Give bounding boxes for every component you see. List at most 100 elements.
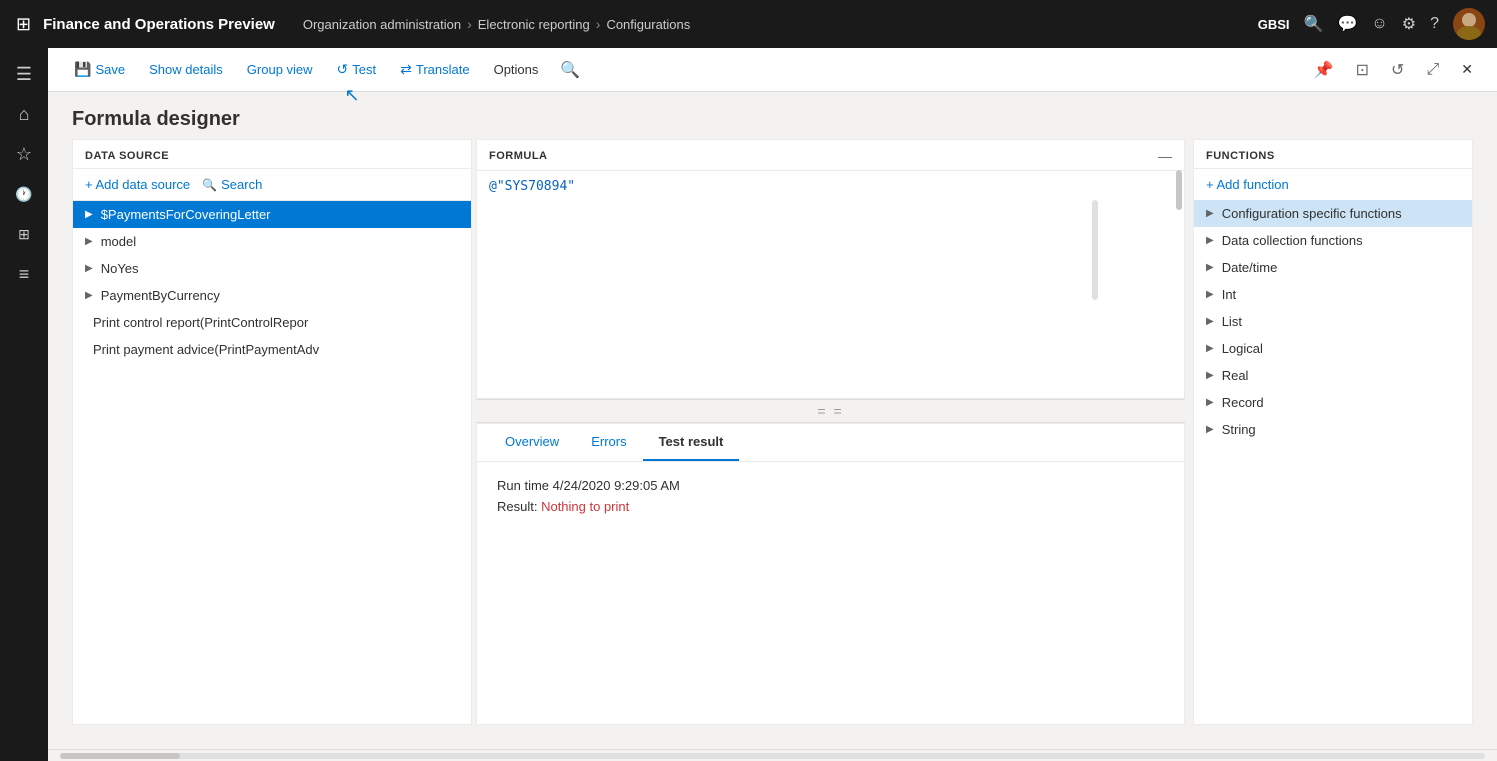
breadcrumb-sep-2: ›	[596, 16, 601, 32]
group-view-button[interactable]: Group view	[237, 52, 323, 88]
func-chevron-int: ▶	[1206, 289, 1214, 300]
vertical-drag-handle[interactable]	[1092, 200, 1098, 300]
run-time-value: 4/24/2020 9:29:05 AM	[553, 478, 680, 493]
func-item-real[interactable]: ▶ Real	[1194, 362, 1472, 389]
sidebar-item-home[interactable]: ⌂	[6, 96, 42, 132]
ds-item-name-print-control: Print control report(PrintControlRepor	[93, 315, 308, 330]
help-icon[interactable]: ?	[1430, 15, 1439, 33]
ds-item-name-payments: $PaymentsForCoveringLetter	[101, 207, 271, 222]
translate-button[interactable]: ⇄ Translate	[390, 52, 479, 88]
popout-button[interactable]: ⤢	[1418, 57, 1447, 83]
data-source-header: DATA SOURCE	[73, 140, 471, 169]
breadcrumb-sep-1: ›	[467, 16, 472, 32]
waffle-icon[interactable]: ⊞	[12, 10, 35, 39]
scrollbar-thumb[interactable]	[60, 753, 180, 759]
func-item-record[interactable]: ▶ Record	[1194, 389, 1472, 416]
formula-header-label: FORMULA	[489, 150, 548, 162]
func-item-list[interactable]: ▶ List	[1194, 308, 1472, 335]
search-data-source-button[interactable]: 🔍 Search	[202, 177, 262, 192]
result-content: Run time 4/24/2020 9:29:05 AM Result: No…	[477, 462, 1184, 536]
func-name-datetime: Date/time	[1222, 260, 1278, 275]
show-details-label: Show details	[149, 62, 223, 77]
settings-icon[interactable]: ⚙	[1402, 14, 1416, 34]
ds-chevron-noyes: ▶	[85, 263, 93, 274]
ds-item-name-currency: PaymentByCurrency	[101, 288, 220, 303]
func-chevron-logical: ▶	[1206, 343, 1214, 354]
func-name-int: Int	[1222, 287, 1236, 302]
pin-button[interactable]: 📌	[1306, 56, 1342, 84]
ds-item-payments[interactable]: ▶ $PaymentsForCoveringLetter	[73, 201, 471, 228]
breadcrumb-org[interactable]: Organization administration	[303, 17, 461, 32]
result-row: Result: Nothing to print	[497, 499, 1164, 514]
func-name-logical: Logical	[1222, 341, 1263, 356]
ds-item-print-control[interactable]: Print control report(PrintControlRepor	[73, 309, 471, 336]
add-data-source-button[interactable]: + Add data source	[85, 177, 190, 192]
sidebar-item-modules[interactable]: ≡	[6, 256, 42, 292]
ds-item-noyes[interactable]: ▶ NoYes	[73, 255, 471, 282]
func-item-string[interactable]: ▶ String	[1194, 416, 1472, 443]
content-area: DATA SOURCE + Add data source 🔍 Search ▶…	[48, 139, 1497, 749]
result-tabs: Overview Errors Test result	[477, 424, 1184, 462]
save-label: Save	[95, 62, 125, 77]
top-nav-actions: GBSI 🔍 💬 ☺ ⚙ ?	[1258, 8, 1485, 40]
toolbar: 💾 Save Show details Group view ↺ Test ↖ …	[48, 48, 1497, 92]
search-icon[interactable]: 🔍	[1304, 14, 1324, 34]
result-panel: Overview Errors Test result Run time 4/2…	[476, 423, 1185, 725]
func-name-real: Real	[1222, 368, 1249, 383]
func-item-logical[interactable]: ▶ Logical	[1194, 335, 1472, 362]
middle-panel: FORMULA — @"SYS70894" = = Overview Error…	[476, 139, 1185, 725]
breadcrumb-er[interactable]: Electronic reporting	[478, 17, 590, 32]
formula-header: FORMULA —	[477, 140, 1184, 171]
save-button[interactable]: 💾 Save	[64, 52, 135, 88]
avatar[interactable]	[1453, 8, 1485, 40]
breadcrumb-config[interactable]: Configurations	[606, 17, 690, 32]
formula-collapse-button[interactable]: —	[1158, 148, 1172, 164]
options-button[interactable]: Options	[484, 52, 549, 88]
functions-header: FUNCTIONS	[1194, 140, 1472, 169]
ds-item-name-print-payment: Print payment advice(PrintPaymentAdv	[93, 342, 319, 357]
ds-item-model[interactable]: ▶ model	[73, 228, 471, 255]
drag-handle-icon: = =	[817, 403, 843, 419]
func-item-config[interactable]: ▶ Configuration specific functions	[1194, 200, 1472, 227]
ds-item-print-payment[interactable]: Print payment advice(PrintPaymentAdv	[73, 336, 471, 363]
expand-button[interactable]: ⊡	[1348, 56, 1377, 84]
toolbar-search-icon[interactable]: 🔍	[552, 56, 588, 84]
tab-errors[interactable]: Errors	[575, 424, 642, 461]
func-name-list: List	[1222, 314, 1242, 329]
test-button[interactable]: ↺ Test ↖	[327, 52, 387, 88]
translate-icon: ⇄	[400, 61, 412, 78]
formula-divider[interactable]: = =	[476, 399, 1185, 423]
close-button[interactable]: ✕	[1453, 57, 1481, 82]
toolbar-right: 📌 ⊡ ↺ ⤢ ✕	[1306, 56, 1481, 84]
search-ds-label: Search	[221, 177, 262, 192]
refresh-button[interactable]: ↺	[1383, 56, 1412, 84]
message-icon[interactable]: 💬	[1337, 14, 1357, 34]
sidebar-item-favorites[interactable]: ☆	[6, 136, 42, 172]
show-details-button[interactable]: Show details	[139, 52, 233, 88]
bottom-scrollbar[interactable]	[48, 749, 1497, 761]
tab-test-result[interactable]: Test result	[643, 424, 740, 461]
data-source-list: ▶ $PaymentsForCoveringLetter ▶ model ▶ N…	[73, 201, 471, 724]
smiley-icon[interactable]: ☺	[1371, 15, 1387, 33]
formula-scrollbar[interactable]	[1176, 170, 1182, 210]
save-icon: 💾	[74, 61, 91, 78]
result-label: Result:	[497, 499, 541, 514]
add-function-button[interactable]: + Add function	[1194, 169, 1472, 200]
page-layout: ☰ ⌂ ☆ 🕐 ⊞ ≡ 💾 Save Show details Group vi…	[0, 48, 1497, 761]
ds-chevron-model: ▶	[85, 236, 93, 247]
tab-overview[interactable]: Overview	[489, 424, 575, 461]
ds-chevron-payments: ▶	[85, 209, 93, 220]
sidebar-item-menu[interactable]: ☰	[6, 56, 42, 92]
formula-content[interactable]: @"SYS70894"	[477, 171, 1184, 398]
test-refresh-icon: ↺	[337, 61, 349, 78]
sidebar-item-workspaces[interactable]: ⊞	[6, 216, 42, 252]
ds-item-payment-currency[interactable]: ▶ PaymentByCurrency	[73, 282, 471, 309]
func-item-data-collection[interactable]: ▶ Data collection functions	[1194, 227, 1472, 254]
functions-list: ▶ Configuration specific functions ▶ Dat…	[1194, 200, 1472, 724]
ds-chevron-currency: ▶	[85, 290, 93, 301]
page-content: 💾 Save Show details Group view ↺ Test ↖ …	[48, 48, 1497, 761]
func-chevron-data-collection: ▶	[1206, 235, 1214, 246]
func-item-datetime[interactable]: ▶ Date/time	[1194, 254, 1472, 281]
sidebar-item-recent[interactable]: 🕐	[6, 176, 42, 212]
func-item-int[interactable]: ▶ Int	[1194, 281, 1472, 308]
